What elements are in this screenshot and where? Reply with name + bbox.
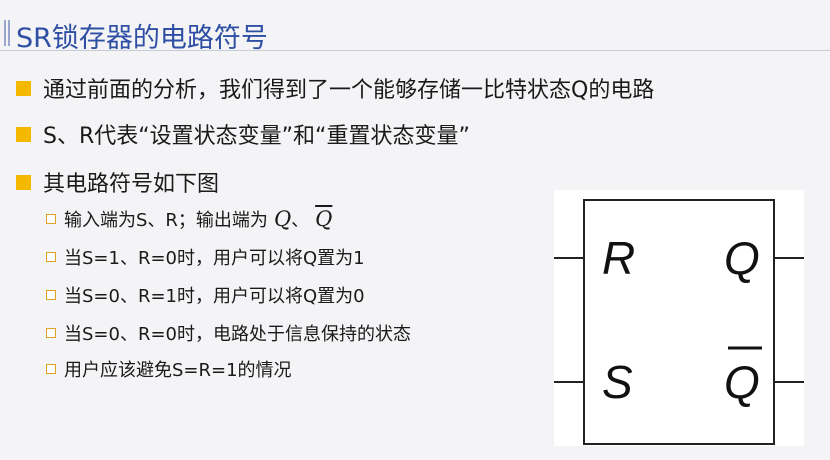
label-q: Q — [724, 232, 760, 284]
sr-latch-symbol: R S Q Q — [554, 190, 804, 446]
sub-bullet-5-text: 用户应该避免S=R=1的情况 — [64, 360, 292, 381]
q-bar-symbol: Q — [315, 207, 333, 231]
title-accent-bar-2 — [8, 20, 10, 46]
bullet-3-text: 其电路符号如下图 — [43, 172, 220, 197]
separator: 、 — [291, 210, 310, 231]
bullet-square-icon — [16, 126, 31, 142]
label-s: S — [602, 356, 633, 408]
bullet-square-icon — [16, 174, 31, 190]
title-accent-bar — [4, 20, 6, 46]
sub-bullet-box-icon — [46, 290, 56, 300]
sub-bullet-1: 输入端为S、R；输出端为 Q 、 Q — [46, 206, 332, 232]
sub-bullet-2: 当S=1、R=0时，用户可以将Q置为1 — [46, 244, 365, 270]
sub-bullet-1-text: 输入端为S、R；输出端为 — [64, 210, 268, 231]
sub-bullet-3: 当S=0、R=1时，用户可以将Q置为0 — [46, 282, 365, 308]
sub-bullet-4: 当S=0、R=0时，电路处于信息保持的状态 — [46, 320, 411, 346]
bullet-1: 通过前面的分析，我们得到了一个能够存储一比特状态Q的电路 — [16, 72, 654, 104]
label-qbar: Q — [724, 356, 760, 408]
q-symbol: Q — [273, 207, 292, 231]
sub-bullet-box-icon — [46, 364, 56, 374]
sr-latch-svg: R S Q Q — [554, 199, 804, 445]
sub-bullet-4-text: 当S=0、R=0时，电路处于信息保持的状态 — [64, 324, 411, 345]
bullet-2: S、R代表“设置状态变量”和“重置状态变量” — [16, 118, 470, 150]
label-r: R — [602, 232, 635, 284]
bullet-2-text: S、R代表“设置状态变量”和“重置状态变量” — [43, 124, 470, 149]
title-underline — [0, 50, 830, 51]
title-bar: SR锁存器的电路符号 — [0, 16, 830, 54]
sub-bullet-box-icon — [46, 214, 56, 224]
sub-bullet-3-text: 当S=0、R=1时，用户可以将Q置为0 — [64, 286, 365, 307]
bullet-3: 其电路符号如下图 — [16, 166, 219, 198]
sub-bullet-box-icon — [46, 252, 56, 262]
bullet-1-text: 通过前面的分析，我们得到了一个能够存储一比特状态Q的电路 — [43, 78, 655, 103]
sub-bullet-2-text: 当S=1、R=0时，用户可以将Q置为1 — [64, 248, 365, 269]
sub-bullet-box-icon — [46, 328, 56, 338]
bullet-square-icon — [16, 80, 31, 96]
sub-bullet-5: 用户应该避免S=R=1的情况 — [46, 356, 292, 382]
